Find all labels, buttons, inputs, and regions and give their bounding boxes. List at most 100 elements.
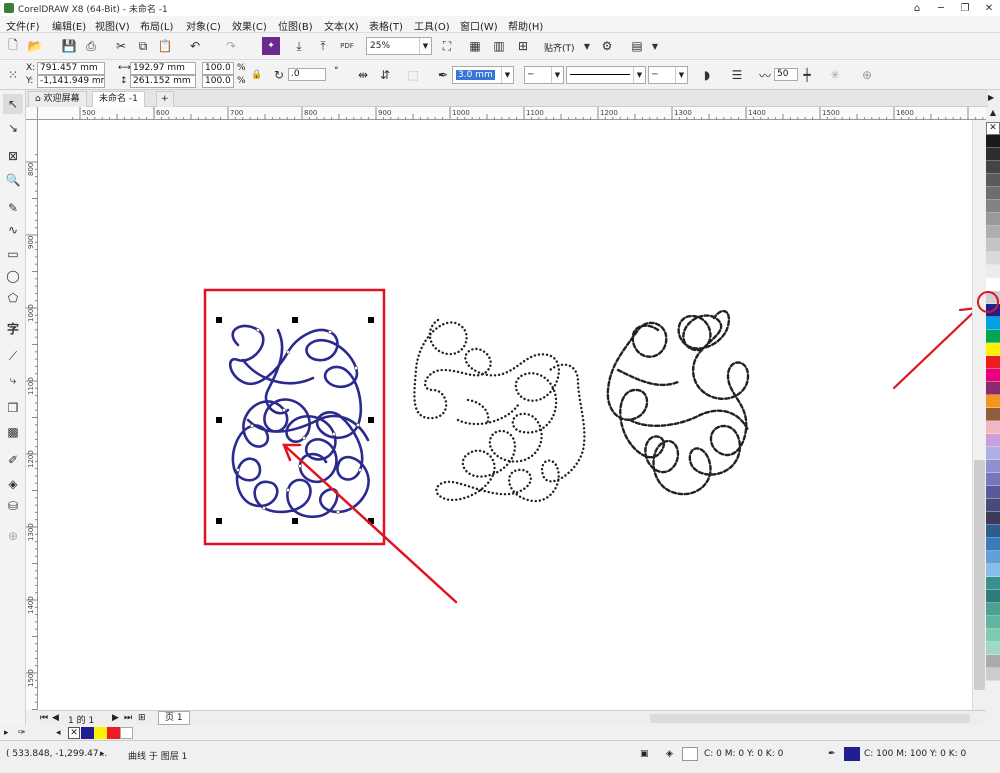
outline-pen-status-icon[interactable]: ✒ — [828, 749, 836, 759]
end-arrowhead-select[interactable]: ─ ▼ — [648, 66, 688, 84]
ruler-origin[interactable] — [26, 107, 38, 120]
menu-layout[interactable]: 布局(L) — [140, 18, 173, 33]
options-gear-icon[interactable]: ⚙ — [598, 37, 616, 55]
menu-window[interactable]: 窗口(W) — [460, 18, 498, 33]
palette-swatch[interactable] — [986, 135, 1000, 148]
palette-swatch[interactable] — [986, 174, 1000, 187]
full-screen-icon[interactable]: ⛶ — [438, 37, 456, 55]
account-icon[interactable]: ⌂ — [906, 0, 928, 16]
tab-welcome-screen[interactable]: ⌂ 欢迎屏幕 — [28, 91, 87, 107]
line-style-select[interactable]: ▼ — [566, 66, 646, 84]
menu-table[interactable]: 表格(T) — [369, 18, 403, 33]
fill-icon[interactable]: ◈ — [666, 749, 673, 759]
palette-swatch[interactable] — [986, 564, 1000, 577]
menu-view[interactable]: 视图(V) — [95, 18, 130, 33]
restore-button[interactable]: ❐ — [954, 0, 976, 16]
palette-swatch[interactable] — [986, 668, 1000, 681]
horizontal-scrollbar[interactable] — [650, 714, 970, 723]
fill-color-swatch[interactable] — [682, 747, 698, 761]
palette-swatch[interactable] — [986, 486, 1000, 499]
dashed-curve[interactable] — [606, 309, 750, 496]
selected-curve[interactable] — [229, 324, 370, 519]
doc-swatch-blue[interactable] — [81, 727, 94, 739]
add-tab-icon[interactable]: + — [156, 91, 174, 107]
rectangle-tool-icon[interactable]: ▭ — [3, 244, 23, 264]
smart-fill-tool-icon[interactable]: ⛁ — [3, 496, 23, 516]
palette-swatch[interactable] — [986, 213, 1000, 226]
palette-swatch[interactable] — [986, 317, 1000, 330]
menu-text[interactable]: 文本(X) — [324, 18, 359, 33]
wrap-text-icon[interactable]: ◗ — [698, 66, 716, 84]
palette-swatch[interactable] — [986, 239, 1000, 252]
redo-icon[interactable]: ↷ — [222, 37, 240, 55]
doc-swatch-yellow[interactable] — [94, 727, 107, 739]
menu-object[interactable]: 对象(C) — [186, 18, 221, 33]
undo-icon[interactable]: ↶ — [186, 37, 204, 55]
palette-swatch[interactable] — [986, 408, 1000, 421]
mirror-vertical-icon[interactable]: ⇵ — [376, 66, 394, 84]
interactive-fill-tool-icon[interactable]: ◈ — [3, 474, 23, 494]
mirror-horizontal-icon[interactable]: ⇹ — [354, 66, 372, 84]
reduce-nodes-icon[interactable]: ✳ — [826, 66, 844, 84]
outline-pen-icon[interactable]: ✒ — [434, 66, 452, 84]
width-field[interactable]: 192.97 mm — [130, 62, 196, 75]
open-icon[interactable]: 📂 — [26, 37, 44, 55]
ellipse-tool-icon[interactable]: ◯ — [3, 266, 23, 286]
palette-scroll-up-icon[interactable]: ▲ — [986, 108, 1000, 122]
menu-edit[interactable]: 编辑(E) — [52, 18, 86, 33]
add-tool-icon[interactable]: ⊕ — [3, 526, 23, 546]
palette-swatch[interactable] — [986, 148, 1000, 161]
y-position-field[interactable]: -1,141.949 mm — [37, 75, 105, 88]
search-content-icon[interactable]: ✦ — [262, 37, 280, 55]
palette-swatch[interactable] — [986, 343, 1000, 356]
save-icon[interactable]: 💾 — [60, 37, 78, 55]
pick-tool-icon[interactable]: ↖ — [3, 94, 23, 114]
previous-page-icon[interactable]: ◀ — [52, 713, 59, 723]
close-curve-icon[interactable]: ⬚ — [404, 66, 422, 84]
eyedropper-tool-icon[interactable]: ✐ — [3, 450, 23, 470]
scale-x-field[interactable]: 100.0 — [202, 62, 234, 75]
tab-document[interactable]: 未命名 -1 — [92, 91, 145, 107]
vertical-scrollbar[interactable] — [972, 120, 986, 710]
chevron-right-icon[interactable]: ▸ — [100, 749, 105, 759]
chevron-down-icon[interactable]: ▼ — [646, 37, 664, 55]
palette-swatch[interactable] — [986, 395, 1000, 408]
polygon-tool-icon[interactable]: ⬠ — [3, 288, 23, 308]
text-wrap-icon[interactable]: ☰ — [728, 66, 746, 84]
menu-file[interactable]: 文件(F) — [6, 18, 40, 33]
transparency-tool-icon[interactable]: ▩ — [3, 422, 23, 442]
doc-swatch-white[interactable] — [120, 727, 133, 739]
chevron-right-icon[interactable]: ▶ — [988, 93, 994, 102]
outline-width-select[interactable]: 3.0 mm ▼ — [452, 66, 514, 84]
menu-tools[interactable]: 工具(O) — [414, 18, 450, 33]
palette-swatch[interactable] — [986, 252, 1000, 265]
palette-swatch[interactable] — [986, 512, 1000, 525]
palette-swatch[interactable] — [986, 187, 1000, 200]
application-launcher-icon[interactable]: ▤ — [628, 37, 646, 55]
first-page-icon[interactable]: ⏮ — [40, 713, 48, 723]
palette-swatch[interactable] — [986, 473, 1000, 486]
next-page-icon[interactable]: ▶ — [112, 713, 119, 723]
palette-swatch[interactable] — [986, 369, 1000, 382]
parallel-dimension-tool-icon[interactable]: ⟋ — [3, 346, 23, 366]
lock-ratio-icon[interactable]: 🔒 — [248, 66, 266, 84]
page-tab[interactable]: 页 1 — [158, 711, 190, 725]
menu-help[interactable]: 帮助(H) — [508, 18, 543, 33]
no-color-swatch[interactable]: ✕ — [68, 727, 80, 739]
doc-swatch-red[interactable] — [107, 727, 120, 739]
menu-bitmaps[interactable]: 位图(B) — [278, 18, 313, 33]
shape-tool-icon[interactable]: ↘ — [3, 118, 23, 138]
palette-swatch[interactable] — [986, 200, 1000, 213]
add-page-icon[interactable]: ⊞ — [138, 713, 146, 723]
artistic-media-tool-icon[interactable]: ∿ — [3, 220, 23, 240]
palette-swatch[interactable] — [986, 551, 1000, 564]
palette-swatch[interactable] — [986, 616, 1000, 629]
palette-swatch[interactable] — [986, 421, 1000, 434]
paste-icon[interactable]: 📋 — [156, 37, 174, 55]
palette-swatch[interactable] — [986, 629, 1000, 642]
palette-swatch[interactable] — [986, 577, 1000, 590]
height-field[interactable]: 261.152 mm — [130, 75, 196, 88]
drawing-canvas[interactable] — [38, 120, 980, 710]
color-proof-icon[interactable]: ▣ — [640, 749, 649, 759]
scroll-left-icon[interactable]: ◂ — [56, 728, 61, 738]
